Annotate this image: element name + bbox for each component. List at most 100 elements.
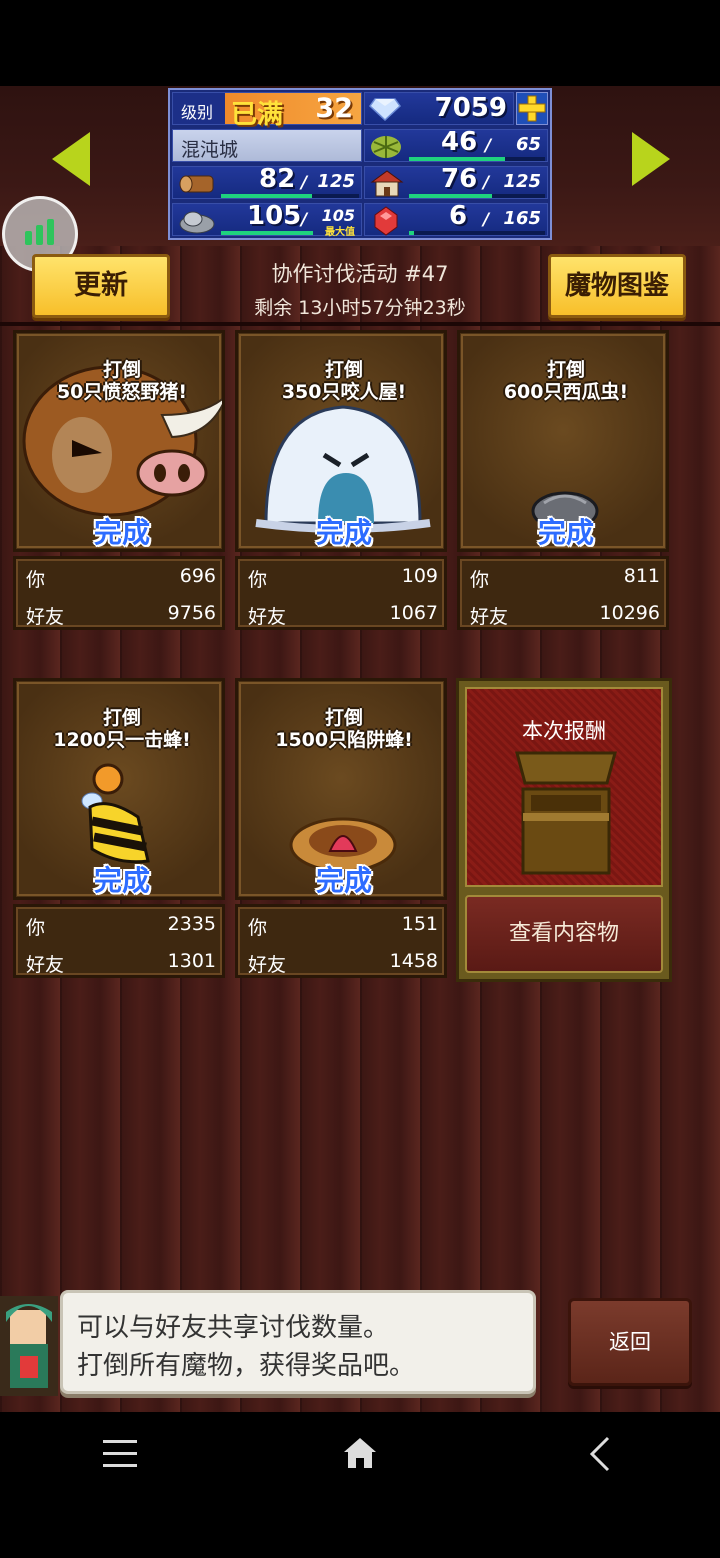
bee-monster-icon: [81, 763, 150, 864]
advisor-portrait-icon: [6, 1304, 52, 1388]
ruby-value: 6: [449, 201, 468, 231]
kill-target: 50只愤怒野猪!: [56, 381, 188, 403]
card-stats: 你 811 好友 10296: [457, 556, 669, 630]
prev-arrow-button[interactable]: [52, 132, 90, 186]
add-gems-button[interactable]: [516, 92, 548, 125]
food-bar: [409, 157, 545, 161]
you-count: 2335: [167, 913, 216, 935]
friend-count: 1458: [389, 950, 438, 972]
treasure-chest-icon: [515, 751, 617, 875]
kill-target: 1500只陷阱蜂!: [275, 729, 413, 751]
you-label: 你: [470, 569, 490, 591]
you-label: 你: [248, 917, 268, 939]
you-label: 你: [248, 569, 268, 591]
wood-bar: [221, 194, 359, 198]
gems-cell: 7059: [364, 92, 514, 125]
friend-count: 9756: [167, 602, 216, 624]
refresh-button[interactable]: 更新: [32, 254, 170, 318]
monster-book-button[interactable]: 魔物图鉴: [548, 254, 686, 318]
you-row: 你 811: [470, 565, 660, 595]
advisor-character: [0, 1296, 58, 1396]
complete-label: 完成: [315, 516, 372, 549]
bar-chart-icon: [25, 231, 32, 245]
hint-line-2: 打倒所有魔物，获得奖品吧。: [77, 1351, 416, 1381]
town-name: 混沌城: [181, 139, 239, 161]
kill-line1: 打倒: [324, 359, 363, 381]
friend-row: 好友 9756: [26, 602, 216, 632]
you-label: 你: [26, 917, 46, 939]
wood-log-icon: [179, 175, 214, 193]
friend-label: 好友: [248, 606, 287, 628]
ore-icon: [179, 211, 215, 234]
friend-label: 好友: [26, 954, 65, 976]
town-cell: 混沌城: [172, 129, 362, 162]
ruby-icon: [374, 206, 398, 236]
friend-label: 好友: [248, 954, 287, 976]
bar-chart-icon-bar: [36, 225, 43, 245]
game-screen: 级别 已满 32 7059 混沌城 46 / 65 82 / 125 76 / …: [0, 86, 720, 1412]
complete-label: 完成: [93, 516, 150, 549]
friend-count: 1067: [389, 602, 438, 624]
reward-title: 本次报酬: [522, 719, 606, 743]
ruby-bar: [409, 231, 545, 235]
ore-cell: 105 / 105 最大值: [172, 201, 362, 238]
back-button[interactable]: 返回: [568, 1298, 692, 1386]
complete-label: 完成: [537, 516, 594, 549]
ore-bar: [221, 231, 313, 235]
reward-card: 本次报酬 查看内容物: [456, 678, 672, 982]
diamond-icon: [369, 98, 401, 121]
complete-label: 完成: [315, 864, 372, 897]
card-stats: 你 151 好友 1458: [235, 904, 447, 978]
friend-row: 好友 1458: [248, 950, 438, 980]
you-count: 696: [179, 565, 216, 587]
hint-dialog: 可以与好友共享讨伐数量。 打倒所有魔物，获得奖品吧。: [60, 1290, 536, 1394]
kill-target: 350只咬人屋!: [281, 381, 407, 403]
card-image-area: 打倒 1200只一击蜂! 完成: [13, 678, 225, 900]
you-row: 你 109: [248, 565, 438, 595]
level-label: 级别: [181, 103, 214, 122]
ruby-cell: 6 / 165: [364, 201, 548, 236]
friend-row: 好友 1301: [26, 950, 216, 980]
card-image-area: 打倒 50只愤怒野猪! 完成: [13, 330, 225, 552]
pop-max: 125: [503, 171, 541, 192]
food-cell: 46 / 65: [364, 127, 548, 162]
level-status: 已满: [231, 100, 284, 130]
wood-cell: 82 / 125: [172, 164, 362, 199]
level-value: 32: [315, 93, 353, 124]
view-contents-button[interactable]: 查看内容物: [465, 895, 663, 973]
card-image-area: 打倒 350只咬人屋! 完成: [235, 330, 447, 552]
pop-value: 76: [441, 164, 478, 194]
crop-icon: [371, 136, 401, 158]
status-bar: [0, 0, 720, 86]
ruby-slash: /: [483, 210, 490, 230]
ore-slash: /: [301, 210, 308, 230]
event-title: 协作讨伐活动 #47: [271, 262, 449, 286]
next-arrow-button[interactable]: [632, 132, 670, 186]
food-max: 65: [515, 134, 541, 155]
kill-line1: 打倒: [102, 707, 141, 729]
you-count: 811: [623, 565, 660, 587]
back-arrow-icon[interactable]: [588, 1436, 612, 1472]
friend-count: 1301: [167, 950, 216, 972]
event-remaining-time: 剩余 13小时57分钟23秒: [254, 297, 466, 319]
card-image-area: 打倒 600只西瓜虫! 完成: [457, 330, 669, 552]
system-nav-bar: [0, 1412, 720, 1558]
plus-icon: [518, 95, 546, 122]
ore-value: 105: [247, 201, 302, 231]
ruby-max: 165: [503, 208, 541, 229]
friend-count: 10296: [599, 602, 660, 624]
gems-value: 7059: [434, 93, 507, 123]
bar-chart-icon-bar: [47, 219, 54, 245]
house-icon: [370, 170, 404, 197]
kill-line1: 打倒: [102, 359, 141, 381]
friend-label: 好友: [470, 606, 509, 628]
friend-row: 好友 1067: [248, 602, 438, 632]
you-row: 你 696: [26, 565, 216, 595]
home-icon[interactable]: [342, 1436, 378, 1470]
menu-icon[interactable]: [102, 1438, 138, 1470]
level-cell: 级别 已满 32: [172, 92, 362, 130]
header-divider: [0, 322, 720, 326]
complete-label: 完成: [93, 864, 150, 897]
kill-line1: 打倒: [546, 359, 585, 381]
pop-slash: /: [483, 173, 490, 193]
